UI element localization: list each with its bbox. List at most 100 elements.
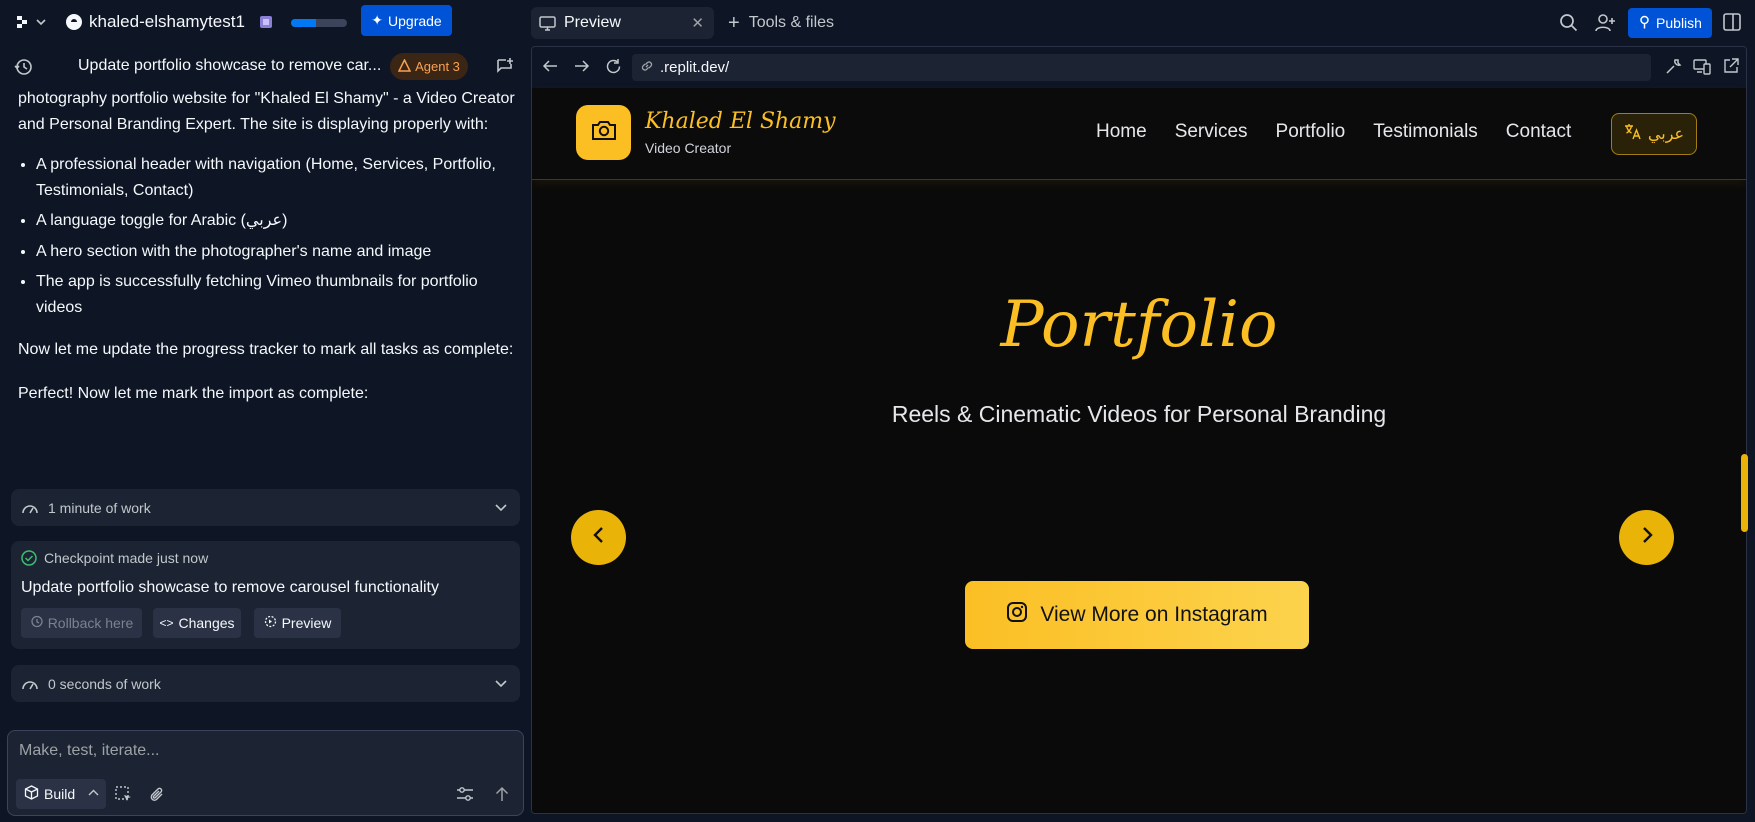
- hero-subtitle: Reels & Cinematic Videos for Personal Br…: [891, 401, 1387, 427]
- work-duration: 0 seconds of work: [48, 675, 161, 692]
- settings-sliders-icon[interactable]: [456, 786, 474, 802]
- usage-progress-bar: [291, 19, 347, 27]
- send-arrow-icon[interactable]: [495, 786, 509, 802]
- site-logo[interactable]: [576, 105, 631, 160]
- instagram-icon: [1006, 601, 1028, 629]
- tab-preview[interactable]: Preview ✕: [531, 7, 714, 39]
- open-external-icon[interactable]: [1723, 58, 1739, 74]
- tab-tools-files[interactable]: + Tools & files: [728, 10, 834, 36]
- plan-icon: [258, 14, 274, 30]
- reload-icon[interactable]: [605, 58, 622, 75]
- chevron-down-icon: [494, 500, 508, 514]
- toggle-sidebar-icon[interactable]: [1723, 13, 1741, 31]
- list-item: A language toggle for Arabic (عربي): [36, 208, 518, 234]
- site-viewport: Khaled El Shamy Video Creator Home Servi…: [532, 88, 1746, 813]
- chat-input[interactable]: Make, test, iterate... Build: [7, 730, 524, 816]
- nav-testimonials[interactable]: Testimonials: [1373, 121, 1478, 143]
- checkpoint-status-label: Checkpoint made just now: [44, 550, 209, 566]
- preview-scrollbar[interactable]: [1741, 454, 1748, 532]
- history-icon[interactable]: [14, 58, 33, 76]
- search-icon[interactable]: [1559, 13, 1578, 32]
- translate-icon: [1624, 123, 1642, 145]
- select-element-icon[interactable]: [115, 786, 132, 803]
- chat-message: photography portfolio website for "Khale…: [18, 86, 518, 424]
- chevron-left-icon: [592, 526, 606, 549]
- invite-user-icon[interactable]: [1595, 13, 1616, 32]
- check-circle-icon: [21, 550, 37, 566]
- carousel-prev-button[interactable]: [571, 510, 626, 565]
- usage-progress-fill: [291, 19, 317, 27]
- site-header: Khaled El Shamy Video Creator Home Servi…: [532, 88, 1746, 180]
- nav-contact[interactable]: Contact: [1506, 121, 1571, 143]
- work-duration: 1 minute of work: [48, 499, 151, 516]
- language-toggle-button[interactable]: عربي: [1611, 113, 1697, 155]
- workspace-menu-icon[interactable]: [16, 14, 46, 30]
- cube-icon: [24, 785, 39, 803]
- list-item: The app is successfully fetching Vimeo t…: [36, 269, 518, 320]
- chat-input-placeholder: Make, test, iterate...: [19, 742, 160, 759]
- carousel-next-button[interactable]: [1619, 510, 1674, 565]
- nav-portfolio[interactable]: Portfolio: [1276, 121, 1346, 143]
- tab-tools-label: Tools & files: [748, 14, 835, 31]
- devtools-wrench-icon[interactable]: [1665, 58, 1682, 75]
- build-mode-button[interactable]: Build: [16, 779, 106, 809]
- agent-badge[interactable]: Agent 3: [390, 53, 468, 80]
- rollback-button[interactable]: Rollback here: [21, 608, 142, 638]
- upgrade-button[interactable]: ✦ Upgrade: [361, 5, 452, 36]
- chevron-down-icon: [494, 676, 508, 690]
- checkpoint-title: Update portfolio showcase to remove caro…: [21, 579, 439, 596]
- checkpoint-preview-label: Preview: [281, 615, 332, 631]
- instagram-button-label: View More on Instagram: [1040, 603, 1268, 626]
- sparkle-icon: ✦: [371, 12, 384, 28]
- checkpoint-preview-button[interactable]: Preview: [254, 608, 341, 638]
- url-input[interactable]: .replit.dev/: [632, 54, 1651, 81]
- gauge-icon: [21, 677, 39, 691]
- changes-label: Changes: [178, 615, 235, 631]
- publish-button[interactable]: Publish: [1628, 8, 1712, 38]
- work-summary-card[interactable]: 0 seconds of work: [11, 665, 520, 702]
- site-nav: Home Services Portfolio Testimonials Con…: [1096, 121, 1571, 143]
- project-logo-icon: [65, 13, 83, 31]
- project-name: khaled-elshamytest1: [89, 12, 245, 31]
- brand-name: Khaled El Shamy: [645, 109, 836, 134]
- brand-subtitle: Video Creator: [645, 140, 732, 156]
- preview-browser: .replit.dev/ Khaled El Shamy Video Creat…: [531, 46, 1747, 814]
- instagram-button[interactable]: View More on Instagram: [965, 581, 1309, 649]
- hero-title: Portfolio: [1000, 288, 1278, 362]
- code-icon: <>: [159, 616, 174, 630]
- forward-arrow-icon[interactable]: [574, 59, 590, 73]
- plus-icon: +: [728, 11, 740, 34]
- list-item: A hero section with the photographer's n…: [36, 239, 518, 265]
- back-arrow-icon[interactable]: [542, 59, 558, 73]
- url-bar: .replit.dev/: [532, 47, 1746, 87]
- build-mode-label: Build: [44, 786, 76, 802]
- checkpoint-status: Checkpoint made just now: [21, 550, 208, 566]
- project-selector[interactable]: khaled-elshamytest1: [65, 12, 245, 32]
- rollback-label: Rollback here: [47, 615, 134, 631]
- new-chat-icon[interactable]: [496, 57, 514, 75]
- chat-intro: photography portfolio website for "Khale…: [18, 90, 515, 133]
- publish-label: Publish: [1656, 15, 1702, 31]
- checkpoint-card: Checkpoint made just now Update portfoli…: [11, 541, 520, 649]
- chat-paragraph: Perfect! Now let me mark the import as c…: [18, 384, 369, 402]
- changes-button[interactable]: <> Changes: [153, 608, 241, 638]
- agent-icon: [397, 57, 412, 75]
- tab-preview-label: Preview: [564, 14, 621, 31]
- agent-badge-label: Agent 3: [415, 59, 460, 74]
- close-icon[interactable]: ✕: [691, 14, 704, 32]
- nav-home[interactable]: Home: [1096, 121, 1147, 143]
- chevron-up-icon: [88, 786, 99, 802]
- camera-icon: [591, 119, 617, 146]
- device-view-icon[interactable]: [1693, 58, 1711, 75]
- chat-paragraph: Now let me update the progress tracker t…: [18, 341, 514, 358]
- url-text: .replit.dev/: [660, 59, 730, 76]
- work-summary-card[interactable]: 1 minute of work: [11, 489, 520, 526]
- preview-icon: [264, 615, 277, 631]
- monitor-icon: [539, 15, 556, 31]
- gauge-icon: [21, 501, 39, 515]
- nav-services[interactable]: Services: [1175, 121, 1248, 143]
- chevron-right-icon: [1640, 526, 1654, 549]
- chat-bullet-list: A professional header with navigation (H…: [36, 152, 518, 320]
- paperclip-icon[interactable]: [149, 786, 165, 803]
- upgrade-label: Upgrade: [388, 12, 442, 29]
